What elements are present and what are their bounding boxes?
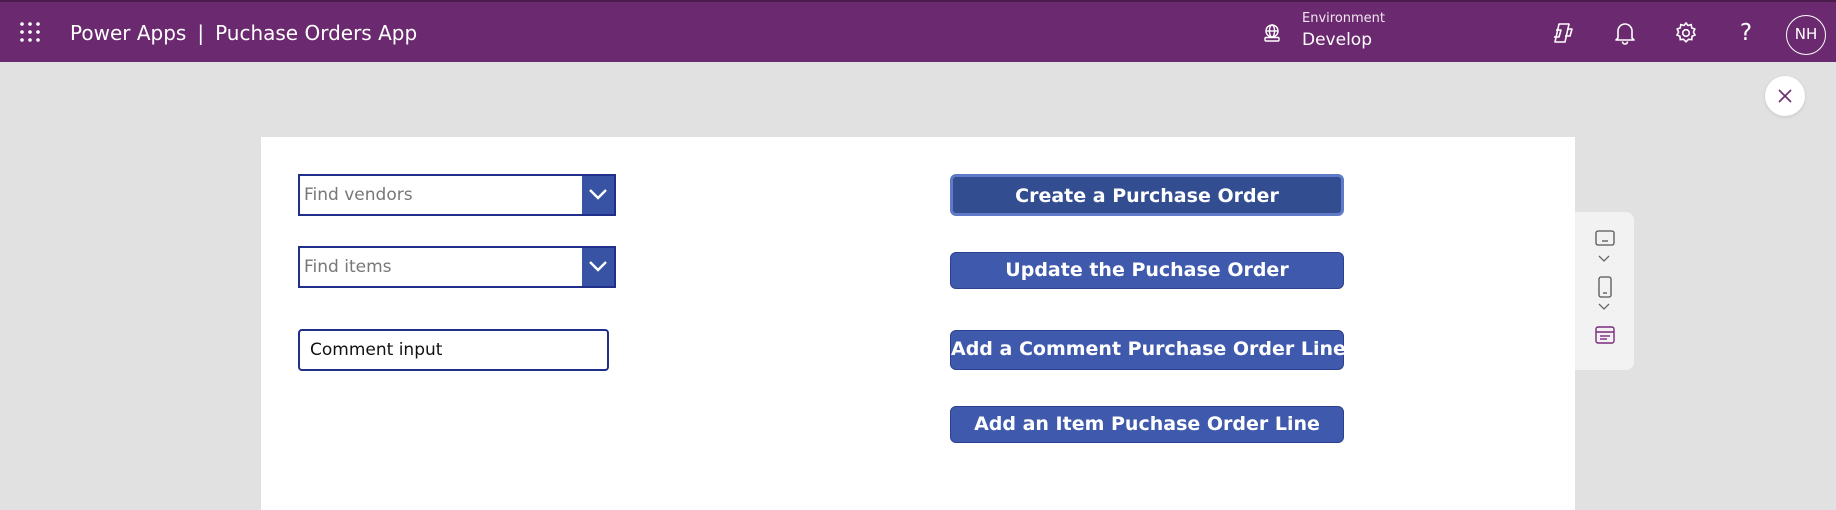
vendor-dropdown-button[interactable] xyxy=(582,176,614,214)
chevron-down-icon[interactable] xyxy=(1597,302,1611,312)
app-header: Power Apps | Puchase Orders App Environmen… xyxy=(0,0,1836,62)
vendor-combobox-placeholder: Find vendors xyxy=(304,185,413,205)
avatar[interactable]: NH xyxy=(1786,15,1826,55)
title-separator: | xyxy=(197,21,205,45)
app-name: Puchase Orders App xyxy=(215,21,418,45)
app-canvas: Find vendors Find items Comment input Cr… xyxy=(261,137,1575,510)
help-icon[interactable]: ? xyxy=(1733,20,1759,46)
web-layout-icon[interactable] xyxy=(1595,326,1615,344)
phone-layout-icon[interactable] xyxy=(1598,276,1612,298)
settings-icon[interactable] xyxy=(1673,20,1699,46)
environment-label: Environment xyxy=(1302,11,1386,26)
layout-switcher-panel xyxy=(1575,212,1634,370)
chevron-down-icon xyxy=(589,189,607,200)
notifications-icon[interactable] xyxy=(1612,20,1638,46)
product-name[interactable]: Power Apps xyxy=(70,21,186,45)
add-item-line-button[interactable]: Add an Item Puchase Order Line xyxy=(950,406,1344,443)
environment-icon[interactable] xyxy=(1262,23,1282,43)
items-combobox-placeholder: Find items xyxy=(304,257,392,277)
vendor-combobox[interactable]: Find vendors xyxy=(298,174,616,216)
update-purchase-order-button[interactable]: Update the Puchase Order xyxy=(950,252,1344,289)
app-launcher-icon[interactable] xyxy=(20,22,40,42)
close-button[interactable] xyxy=(1765,76,1805,116)
tablet-layout-icon[interactable] xyxy=(1595,230,1615,246)
items-combobox[interactable]: Find items xyxy=(298,246,616,288)
items-dropdown-button[interactable] xyxy=(582,248,614,286)
add-comment-line-button[interactable]: Add a Comment Purchase Order Line xyxy=(950,330,1346,370)
create-purchase-order-button[interactable]: Create a Purchase Order xyxy=(950,174,1344,216)
copilot-icon[interactable] xyxy=(1550,20,1576,46)
close-icon xyxy=(1778,89,1792,103)
chevron-down-icon[interactable] xyxy=(1597,254,1611,264)
comment-input[interactable]: Comment input xyxy=(298,329,609,371)
chevron-down-icon xyxy=(589,261,607,272)
environment-selector[interactable]: Develop xyxy=(1302,30,1372,50)
app-title: Power Apps | Puchase Orders App xyxy=(70,21,417,45)
